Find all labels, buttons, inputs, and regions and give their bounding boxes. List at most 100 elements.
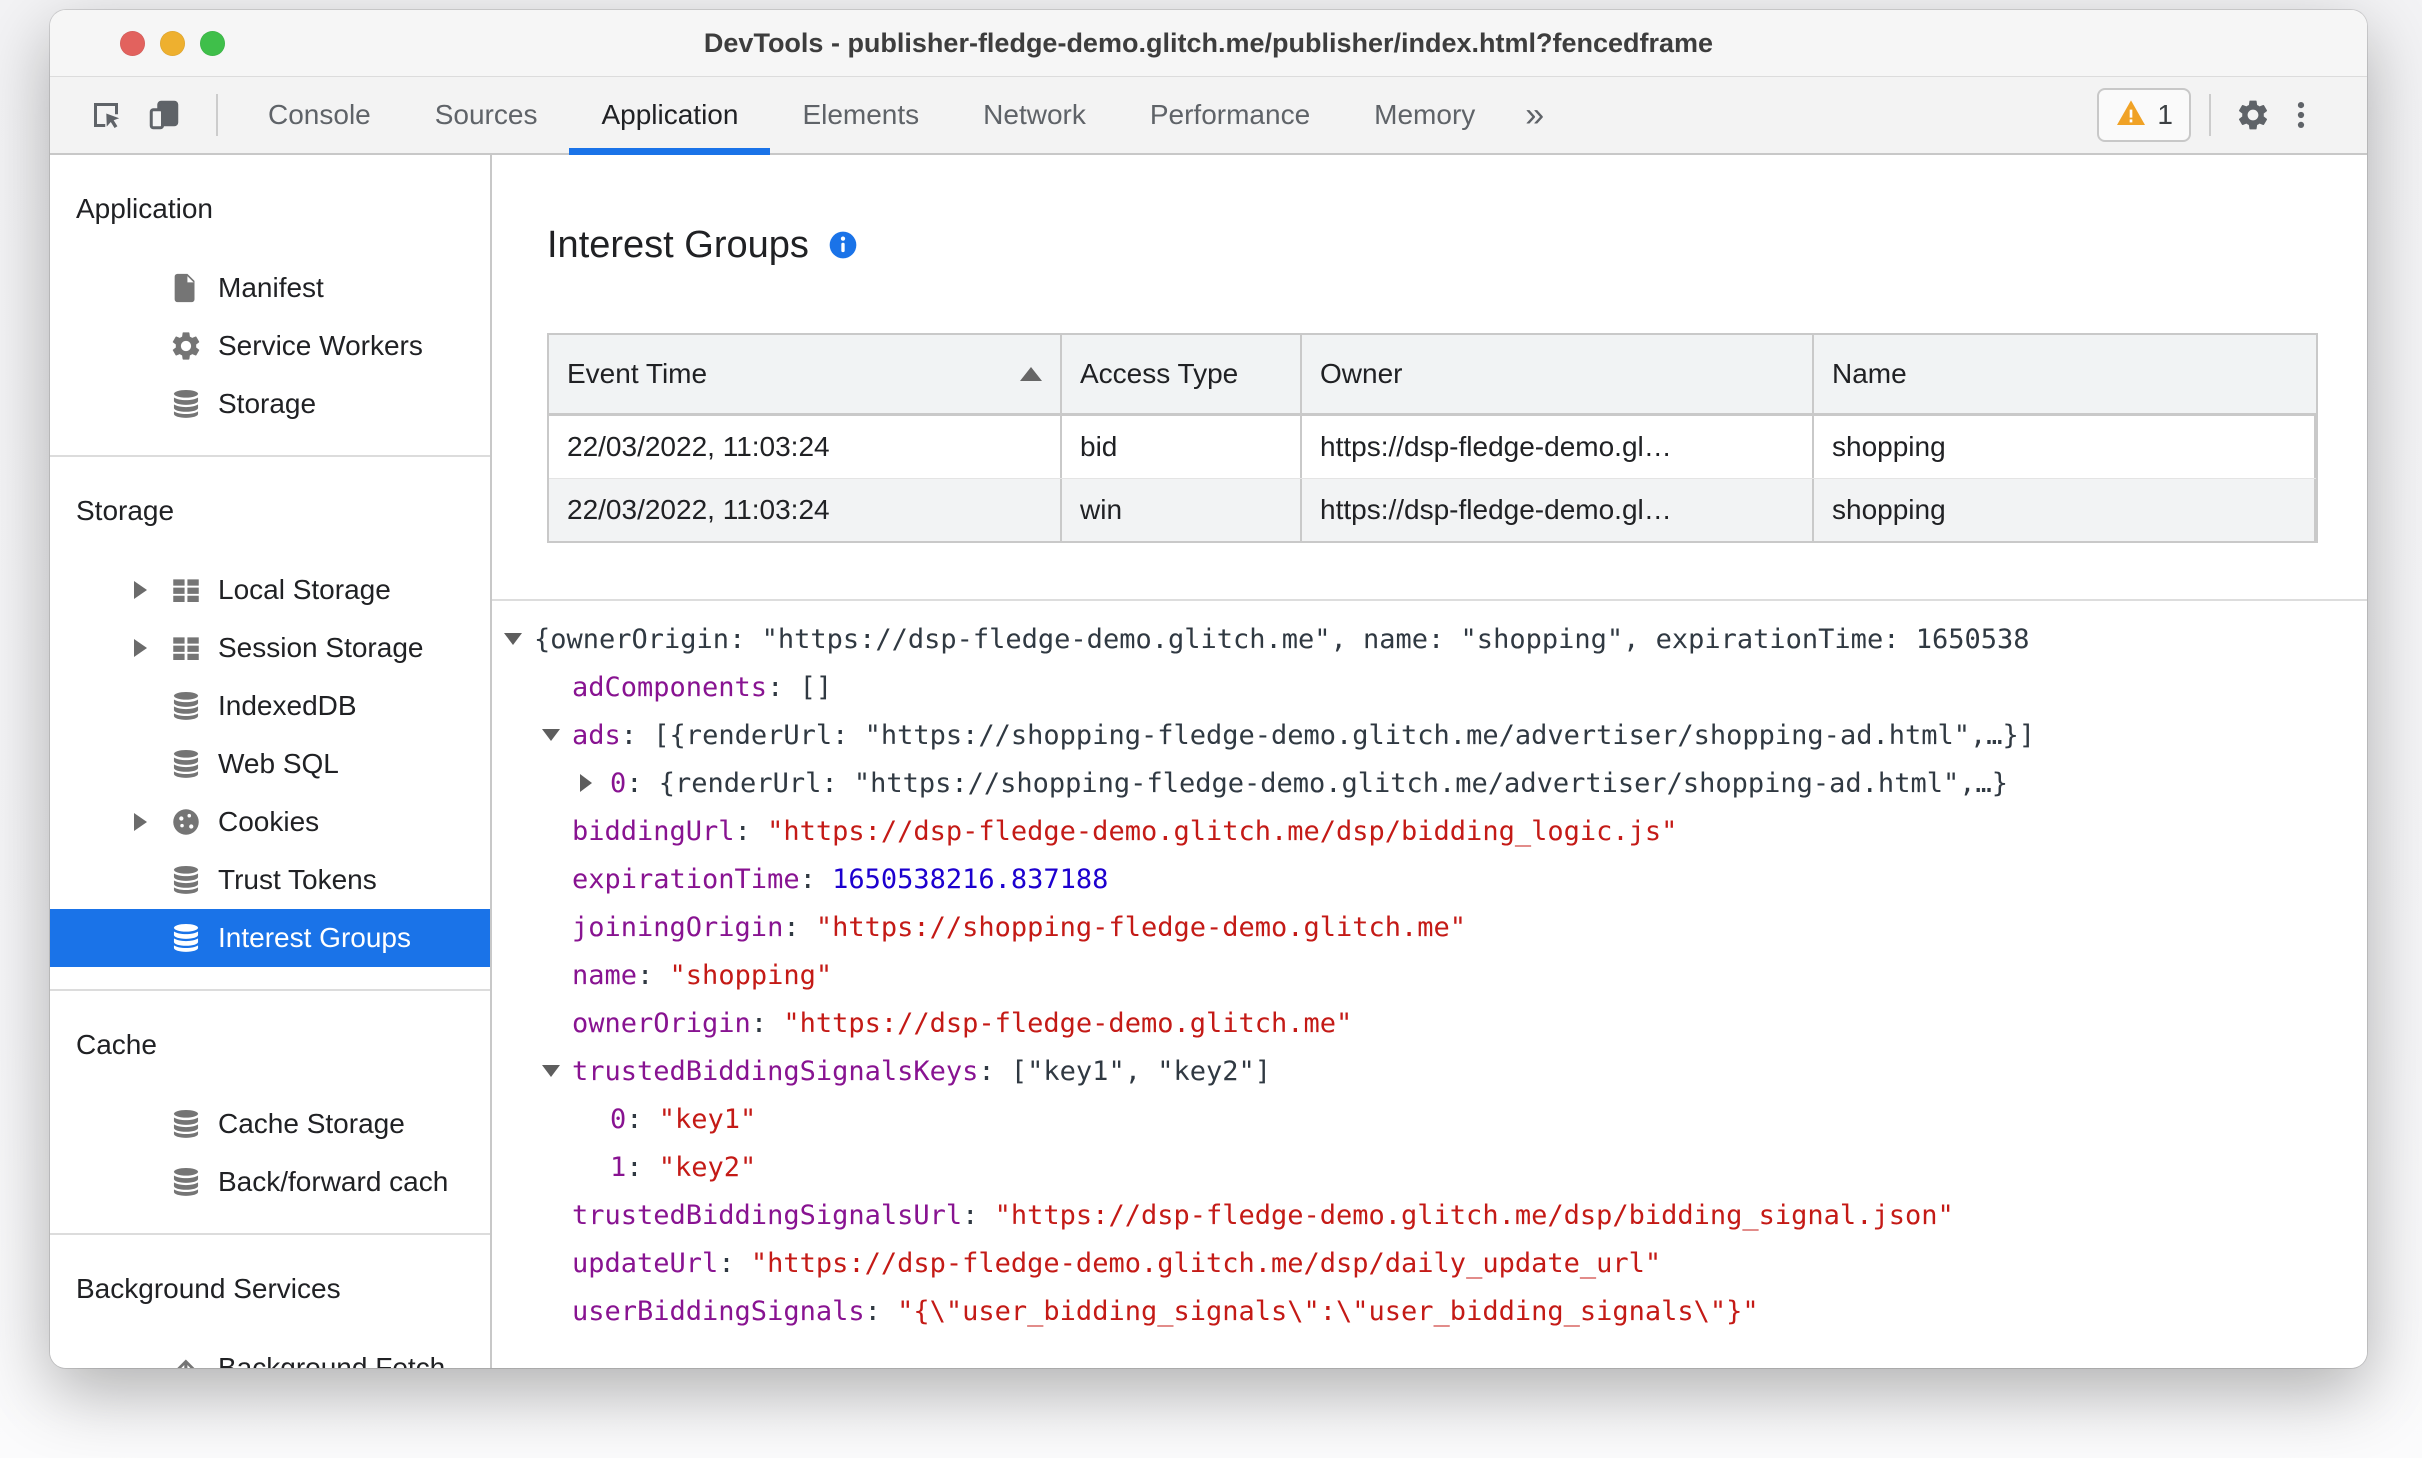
tab-network[interactable]: Network xyxy=(951,77,1118,153)
expand-arrow-icon[interactable] xyxy=(134,581,168,599)
sidebar-item-label: Back/forward cach xyxy=(218,1166,449,1197)
minimize-button[interactable] xyxy=(160,30,185,56)
tree-segment-string: "https://dsp-fledge-demo.glitch.me/dsp/b… xyxy=(767,815,1678,847)
tree-segment-string: "shopping" xyxy=(669,959,833,991)
chevron-down-icon[interactable] xyxy=(542,1065,572,1077)
sidebar-item-trust-tokens[interactable]: Trust Tokens xyxy=(50,851,490,909)
tree-segment-plain: : xyxy=(864,1295,898,1327)
tree-line: joiningOrigin: "https://shopping-fledge-… xyxy=(492,903,2367,951)
cell-name: shopping xyxy=(1814,479,2316,541)
sidebar-item-manifest[interactable]: Manifest xyxy=(50,259,490,317)
sidebar-item-background-fetch[interactable]: Background Fetch xyxy=(50,1339,490,1368)
inspect-icon[interactable] xyxy=(82,91,130,139)
tree-segment-plain: : xyxy=(767,671,800,703)
tree-line[interactable]: ads: [{renderUrl: "https://shopping-fled… xyxy=(492,711,2367,759)
sidebar-item-cookies[interactable]: Cookies xyxy=(50,793,490,851)
column-header-label: Name xyxy=(1832,358,1907,389)
tree-line: name: "shopping" xyxy=(492,951,2367,999)
chevron-down-icon[interactable] xyxy=(542,729,572,741)
column-header-event-time[interactable]: Event Time xyxy=(549,335,1062,413)
tree-segment-key: userBiddingSignals xyxy=(572,1295,865,1327)
expand-arrow-icon[interactable] xyxy=(134,639,168,657)
sidebar-item-interest-groups[interactable]: Interest Groups xyxy=(50,909,490,967)
column-header-owner[interactable]: Owner xyxy=(1302,335,1814,413)
sidebar-section-cache: Cache Cache Storage Back/forward cach xyxy=(50,989,490,1233)
tab-performance[interactable]: Performance xyxy=(1118,77,1342,153)
sidebar-item-indexeddb[interactable]: IndexedDB xyxy=(50,677,490,735)
tree-segment-key: updateUrl xyxy=(572,1247,719,1279)
tree-line[interactable]: {ownerOrigin: "https://dsp-fledge-demo.g… xyxy=(492,615,2367,663)
sidebar-item-label: Service Workers xyxy=(218,330,423,361)
tree-line: 0: "key1" xyxy=(492,1095,2367,1143)
more-tabs-icon[interactable]: » xyxy=(1507,77,1562,153)
tree-line: biddingUrl: "https://dsp-fledge-demo.gli… xyxy=(492,807,2367,855)
database-icon xyxy=(168,1106,204,1142)
sidebar-item-label: Background Fetch xyxy=(218,1352,446,1368)
tree-segment-number: 1650538216.837188 xyxy=(832,863,1109,895)
sidebar-item-session-storage[interactable]: Session Storage xyxy=(50,619,490,677)
interest-groups-table: Event Time Access Type Owner Name 22/03/202… xyxy=(547,333,2318,543)
fetch-icon xyxy=(168,1350,204,1368)
tab-console[interactable]: Console xyxy=(236,77,403,153)
chevron-right-icon[interactable] xyxy=(580,774,610,792)
cell-access-type: bid xyxy=(1062,416,1302,478)
tab-elements[interactable]: Elements xyxy=(770,77,951,153)
tree-line: 1: "key2" xyxy=(492,1143,2367,1191)
tab-application[interactable]: Application xyxy=(569,77,771,155)
sidebar-section-background-services: Background Services Background Fetch xyxy=(50,1233,490,1368)
tree-segment-key: biddingUrl xyxy=(572,815,735,847)
table-row[interactable]: 22/03/2022, 11:03:24 win https://dsp-fledg… xyxy=(549,478,2316,541)
tree-line: updateUrl: "https://dsp-fledge-demo.glit… xyxy=(492,1239,2367,1287)
tree-line[interactable]: trustedBiddingSignalsKeys: ["key1", "key… xyxy=(492,1047,2367,1095)
settings-gear-icon[interactable] xyxy=(2229,91,2277,139)
table-header-row: Event Time Access Type Owner Name xyxy=(549,335,2316,416)
table-row[interactable]: 22/03/2022, 11:03:24 bid https://dsp-fledg… xyxy=(549,416,2316,478)
gear-icon xyxy=(168,328,204,364)
tree-segment-plain: : xyxy=(734,815,768,847)
cell-event-time: 22/03/2022, 11:03:24 xyxy=(549,416,1062,478)
warning-count: 1 xyxy=(2157,99,2173,130)
tab-sources[interactable]: Sources xyxy=(403,77,570,153)
tree-segment-plain: : xyxy=(626,1151,659,1183)
title-bar: DevTools - publisher-fledge-demo.glitch.… xyxy=(50,10,2367,77)
issues-warning-badge[interactable]: 1 xyxy=(2097,88,2191,142)
sidebar-item-label: Cache Storage xyxy=(218,1108,405,1139)
sidebar-item-local-storage[interactable]: Local Storage xyxy=(50,561,490,619)
sidebar-item-storage[interactable]: Storage xyxy=(50,375,490,433)
tree-line[interactable]: 0: {renderUrl: "https://shopping-fledge-… xyxy=(492,759,2367,807)
info-icon[interactable] xyxy=(827,229,859,261)
tree-segment-string: "https://shopping-fledge-demo.glitch.me" xyxy=(815,911,1467,943)
zoom-button[interactable] xyxy=(200,30,225,56)
sidebar-item-label: Web SQL xyxy=(218,748,339,779)
kebab-menu-icon[interactable] xyxy=(2277,91,2325,139)
tree-segment-plain: : xyxy=(783,911,816,943)
warning-icon xyxy=(2115,97,2147,134)
tree-segment-plain: : xyxy=(620,719,654,751)
column-header-name[interactable]: Name xyxy=(1814,335,2316,413)
chevron-down-icon[interactable] xyxy=(504,633,534,645)
sidebar-item-web-sql[interactable]: Web SQL xyxy=(50,735,490,793)
sidebar-section-title: Storage xyxy=(76,495,175,526)
tree-segment-string: "https://dsp-fledge-demo.glitch.me/dsp/d… xyxy=(750,1247,1662,1279)
sidebar-item-service-workers[interactable]: Service Workers xyxy=(50,317,490,375)
sidebar-item-label: Manifest xyxy=(218,272,324,303)
toolbar-separator xyxy=(2209,94,2211,136)
devtools-content: Application Manifest Service Workers Storag… xyxy=(50,155,2367,1368)
column-header-access-type[interactable]: Access Type xyxy=(1062,335,1302,413)
tab-memory[interactable]: Memory xyxy=(1342,77,1507,153)
toolbar-separator xyxy=(216,94,218,136)
tree-segment-key: ownerOrigin xyxy=(572,1007,751,1039)
tree-segment-preview: {renderUrl: "https://shopping-fledge-dem… xyxy=(658,767,2008,799)
tree-segment-string: "key2" xyxy=(658,1151,757,1183)
close-button[interactable] xyxy=(120,30,145,56)
expand-arrow-icon[interactable] xyxy=(134,813,168,831)
sidebar-item-label: Trust Tokens xyxy=(218,864,377,895)
tree-segment-string: "https://dsp-fledge-demo.glitch.me/dsp/b… xyxy=(994,1199,1954,1231)
sidebar-item-cache-storage[interactable]: Cache Storage xyxy=(50,1095,490,1153)
grid-icon xyxy=(168,630,204,666)
panel-tabs: Console Sources Application Elements Network… xyxy=(236,77,1507,155)
device-toolbar-icon[interactable] xyxy=(140,91,188,139)
column-header-label: Owner xyxy=(1320,358,1403,389)
sidebar-item-back-forward-cach[interactable]: Back/forward cach xyxy=(50,1153,490,1211)
sidebar-item-label: Interest Groups xyxy=(218,922,411,953)
